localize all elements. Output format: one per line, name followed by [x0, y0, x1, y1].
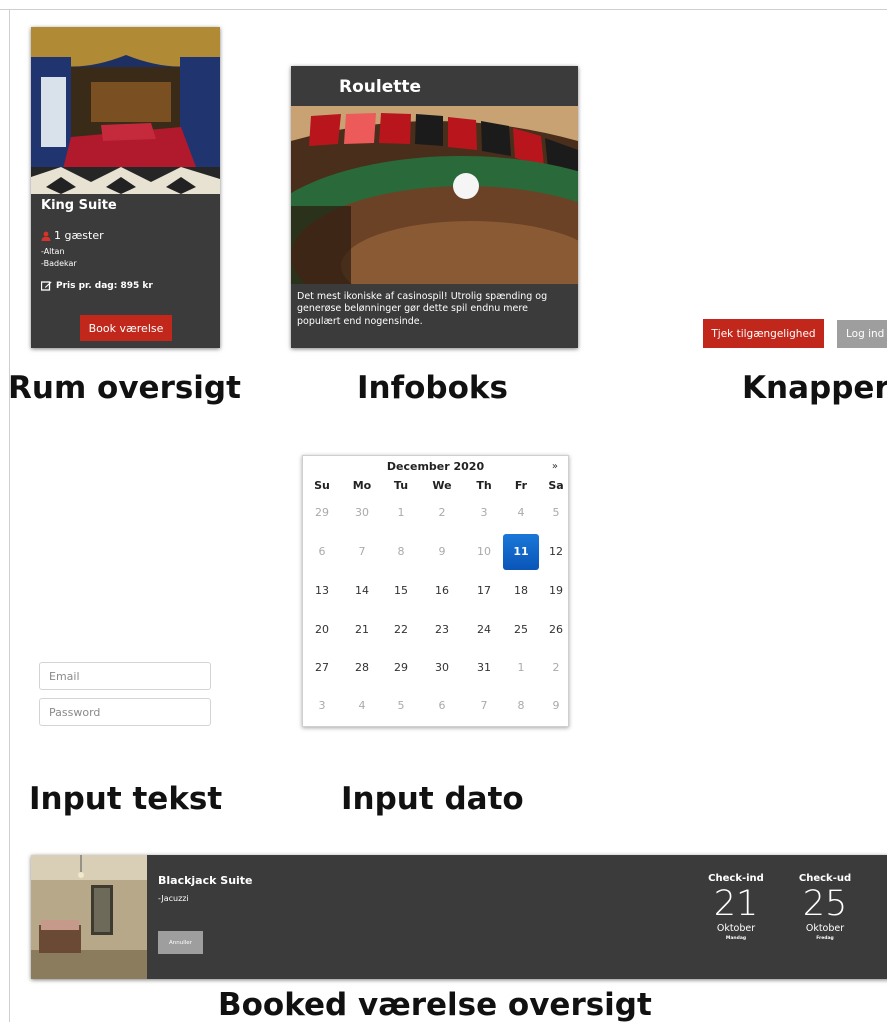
section-title-input-text: Input tekst: [29, 781, 223, 817]
section-title-buttons: Knapper: [742, 370, 887, 406]
section-title-input-date: Input dato: [341, 781, 524, 817]
calendar-weekday-header: Th: [476, 479, 492, 492]
room-card: King Suite 1 gæster -Altan -Badekar Pris…: [31, 27, 220, 348]
calendar-day[interactable]: 20: [304, 612, 340, 648]
calendar-day[interactable]: 19: [538, 573, 574, 609]
email-field[interactable]: [39, 662, 211, 690]
checkin-month: Oktober: [716, 923, 756, 934]
calendar-weekday-header: Tu: [393, 479, 409, 492]
room-feature: -Badekar: [41, 259, 77, 268]
calendar-weekday-header: We: [432, 479, 452, 492]
roulette-photo: [291, 106, 578, 284]
calendar-day[interactable]: 1: [383, 495, 419, 531]
calendar-day[interactable]: 2: [424, 495, 460, 531]
room-guests: 1 gæster: [41, 229, 104, 242]
calendar-day[interactable]: 4: [344, 688, 380, 724]
calendar-day[interactable]: 5: [383, 688, 419, 724]
calendar-day[interactable]: 27: [304, 650, 340, 686]
calendar-weekday-header: Su: [314, 479, 330, 492]
calendar-day[interactable]: 24: [466, 612, 502, 648]
person-icon: [41, 231, 51, 241]
calendar-weekday-header: Mo: [352, 479, 372, 492]
price-tag-icon: [41, 281, 52, 291]
calendar-day[interactable]: 28: [344, 650, 380, 686]
calendar-day[interactable]: 2: [538, 650, 574, 686]
booked-room-row: Blackjack Suite -Jacuzzi Annuller Check-…: [31, 855, 887, 979]
calendar-day[interactable]: 5: [538, 495, 574, 531]
calendar-day[interactable]: 4: [503, 495, 539, 531]
section-title-infobox: Infoboks: [357, 370, 508, 406]
calendar-day[interactable]: 30: [344, 495, 380, 531]
checkin-label: Check-ind: [708, 873, 764, 884]
calendar-day[interactable]: 30: [424, 650, 460, 686]
calendar-day[interactable]: 17: [466, 573, 502, 609]
checkout-weekday: Fredag: [816, 936, 834, 941]
calendar-day[interactable]: 29: [383, 650, 419, 686]
room-feature: -Altan: [41, 247, 65, 256]
calendar-day[interactable]: 21: [344, 612, 380, 648]
checkout-day: 25: [802, 884, 848, 924]
calendar-day[interactable]: 9: [538, 688, 574, 724]
calendar-day[interactable]: 6: [304, 534, 340, 570]
calendar-day[interactable]: 18: [503, 573, 539, 609]
checkout-block: Check-ud 25 Oktober Fredag: [787, 873, 863, 942]
room-name: King Suite: [41, 198, 117, 213]
frame-border-left: [9, 9, 10, 1022]
info-box-title: Roulette: [339, 77, 422, 97]
calendar-day[interactable]: 25: [503, 612, 539, 648]
calendar-day[interactable]: 6: [424, 688, 460, 724]
calendar-day[interactable]: 7: [466, 688, 502, 724]
info-box: Roulette Det mest ikoniske af casinospil…: [291, 66, 578, 348]
book-room-button[interactable]: Book værelse: [80, 315, 172, 341]
password-field[interactable]: [39, 698, 211, 726]
calendar-day[interactable]: 8: [383, 534, 419, 570]
calendar-day[interactable]: 7: [344, 534, 380, 570]
frame-border-top: [0, 9, 887, 10]
calendar-day[interactable]: 10: [466, 534, 502, 570]
cancel-booking-button[interactable]: Annuller: [158, 931, 203, 954]
calendar-day[interactable]: 3: [466, 495, 502, 531]
section-title-booked: Booked værelse oversigt: [218, 987, 652, 1023]
room-guests-text: 1 gæster: [54, 229, 104, 242]
calendar-day[interactable]: 12: [538, 534, 574, 570]
calendar-day-selected[interactable]: 11: [503, 534, 539, 570]
calendar-day[interactable]: 15: [383, 573, 419, 609]
booked-room-photo: [31, 855, 147, 979]
calendar-day[interactable]: 13: [304, 573, 340, 609]
room-photo: [31, 27, 220, 194]
calendar-day[interactable]: 23: [424, 612, 460, 648]
calendar-day[interactable]: 1: [503, 650, 539, 686]
booked-room-name: Blackjack Suite: [158, 874, 253, 887]
checkout-label: Check-ud: [798, 873, 852, 884]
calendar-day[interactable]: 8: [503, 688, 539, 724]
calendar-weekday-header: Fr: [514, 479, 528, 492]
calendar-day[interactable]: 16: [424, 573, 460, 609]
room-price-text: Pris pr. dag: 895 kr: [56, 281, 153, 291]
checkin-weekday: Mandag: [725, 936, 747, 941]
calendar-day[interactable]: 9: [424, 534, 460, 570]
calendar-day[interactable]: 22: [383, 612, 419, 648]
info-box-text: Det mest ikoniske af casinospil! Utrolig…: [297, 291, 548, 327]
checkin-day: 21: [713, 884, 759, 924]
date-picker: December 2020 » Su Mo Tu We Th Fr Sa 29 30 1 2 3 4 5 6…: [302, 455, 569, 727]
login-button[interactable]: Log ind: [837, 320, 887, 348]
calendar-weekday-header: Sa: [548, 479, 564, 492]
room-price: Pris pr. dag: 895 kr: [41, 281, 153, 291]
calendar-day[interactable]: 31: [466, 650, 502, 686]
booked-room-feature: -Jacuzzi: [158, 894, 189, 903]
checkout-month: Oktober: [805, 923, 845, 934]
section-title-rooms: Rum oversigt: [8, 370, 241, 406]
calendar-day[interactable]: 26: [538, 612, 574, 648]
calendar-grid: Su Mo Tu We Th Fr Sa 29 30 1 2 3 4 5 6 7 8 9 10 11 12 13 14 15 1…: [303, 456, 568, 726]
calendar-day[interactable]: 29: [304, 495, 340, 531]
calendar-day[interactable]: 14: [344, 573, 380, 609]
calendar-day[interactable]: 3: [304, 688, 340, 724]
check-availability-button[interactable]: Tjek tilgængelighed: [703, 319, 824, 348]
checkin-block: Check-ind 21 Oktober Mandag: [698, 873, 774, 942]
